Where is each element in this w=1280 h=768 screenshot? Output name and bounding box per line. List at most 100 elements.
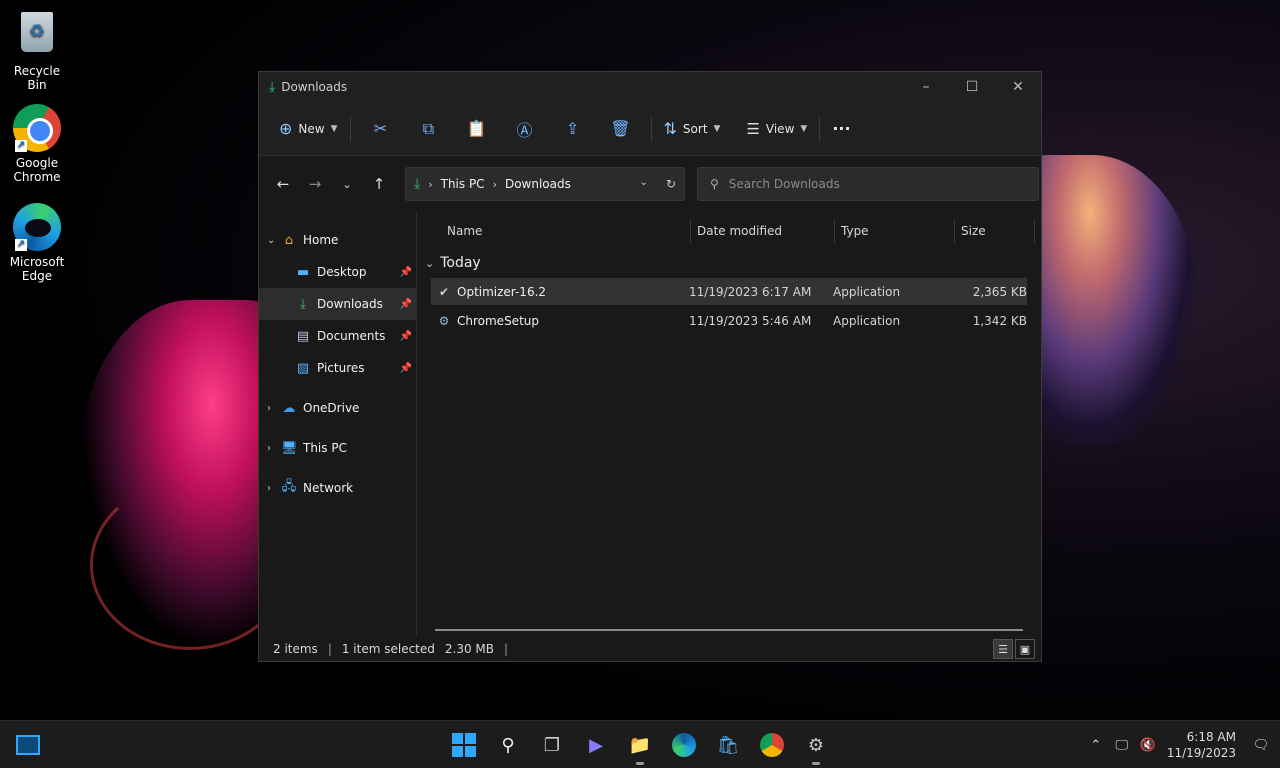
more-options-button[interactable]: ··· <box>826 113 856 145</box>
refresh-icon[interactable]: ↻ <box>666 177 676 191</box>
settings-taskbar-button[interactable]: ⚙ <box>802 731 830 765</box>
search-icon: ⚲ <box>501 734 515 756</box>
desktop-icon-google-chrome[interactable]: ↗ Google Chrome <box>4 104 70 184</box>
store-taskbar-button[interactable]: 🛍 <box>714 731 742 759</box>
column-header-name[interactable]: Name <box>417 219 691 243</box>
notification-icon[interactable]: 🗨 <box>1248 738 1274 753</box>
trash-icon: 🗑 <box>610 119 631 138</box>
recycle-bin-icon <box>21 12 53 52</box>
sort-button[interactable]: ⇅ Sort ▼ <box>658 113 727 145</box>
sidebar-item-label: Desktop <box>317 265 367 279</box>
share-button[interactable]: ⇪ <box>549 113 597 145</box>
sidebar-item-onedrive[interactable]: › ☁ OneDrive <box>259 392 416 424</box>
status-separator: | <box>504 642 509 656</box>
shortcut-arrow-icon: ↗ <box>15 239 27 251</box>
column-header-size[interactable]: Size <box>955 219 1035 243</box>
details-view-icon: ☰ <box>998 642 1008 656</box>
title-bar[interactable]: ⤓ Downloads – ☐ ✕ <box>259 72 1041 102</box>
teams-chat-button[interactable]: ▶ <box>582 731 610 759</box>
column-header-type[interactable]: Type <box>835 219 955 243</box>
network-status-icon[interactable]: 🖵 <box>1109 738 1135 753</box>
sidebar-item-home[interactable]: ⌄ ⌂ Home <box>259 224 416 256</box>
sidebar-item-downloads[interactable]: ⤓ Downloads 📌 <box>259 288 416 320</box>
breadcrumb-this-pc[interactable]: This PC <box>441 177 485 191</box>
address-bar[interactable]: ⤓ › This PC › Downloads ⌄ ↻ <box>405 167 685 201</box>
chrome-taskbar-button[interactable] <box>758 731 786 759</box>
close-button[interactable]: ✕ <box>995 72 1041 102</box>
task-view-button[interactable]: ❐ <box>538 731 566 759</box>
command-bar: ⊕ New ▼ ✂ ⧉ 📋 Ⓐ ⇪ 🗑 ⇅ Sort ▼ ☰ View ▼ ··… <box>259 102 1041 156</box>
forward-button[interactable]: → <box>299 175 331 193</box>
search-button[interactable]: ⚲ <box>494 731 522 759</box>
group-header-today[interactable]: ⌄ Today <box>417 250 1041 276</box>
chevron-down-icon[interactable]: ⌄ <box>640 177 648 191</box>
expand-chevron-icon[interactable]: › <box>267 443 281 454</box>
view-button[interactable]: ☰ View ▼ <box>740 113 813 145</box>
edge-taskbar-button[interactable] <box>670 731 698 759</box>
back-button[interactable]: ← <box>267 175 299 193</box>
column-header-date[interactable]: Date modified <box>691 219 835 243</box>
file-size: 1,342 KB <box>972 313 1027 328</box>
up-button[interactable]: ↑ <box>363 175 395 193</box>
volume-muted-icon[interactable]: 🔇 <box>1135 738 1161 753</box>
clock[interactable]: 6:18 AM 11/19/2023 <box>1167 729 1236 761</box>
plus-circle-icon: ⊕ <box>279 119 293 138</box>
chevron-up-icon[interactable]: ⌃ <box>1083 738 1109 753</box>
sort-icon: ⇅ <box>663 119 677 138</box>
sidebar-item-documents[interactable]: ▤ Documents 📌 <box>259 320 416 352</box>
copy-button[interactable]: ⧉ <box>405 113 453 145</box>
show-desktop-widget-button[interactable] <box>14 731 42 759</box>
start-button[interactable] <box>450 731 478 759</box>
pin-icon[interactable]: 📌 <box>400 363 412 374</box>
expand-chevron-icon[interactable]: › <box>267 403 281 414</box>
taskbar: ⚲ ❐ ▶ 📁 🛍 ⚙ ⌃ 🖵 🔇 6:18 AM 11/19/2023 🗨 <box>0 720 1280 768</box>
minimize-button[interactable]: – <box>903 72 949 102</box>
navigation-pane: ⌄ ⌂ Home ▬ Desktop 📌 ⤓ Downloads 📌 ▤ Doc… <box>259 212 417 637</box>
file-row[interactable]: ⚙ ChromeSetup 11/19/2023 5:46 AM Applica… <box>431 307 1027 334</box>
status-separator: | <box>327 642 332 656</box>
paste-button[interactable]: 📋 <box>453 113 501 145</box>
share-icon: ⇪ <box>565 119 580 138</box>
sidebar-item-label: OneDrive <box>303 401 360 415</box>
search-input[interactable] <box>728 177 1009 191</box>
sidebar-item-label: Downloads <box>317 297 383 311</box>
cut-button[interactable]: ✂ <box>357 113 405 145</box>
breadcrumb-downloads[interactable]: Downloads <box>505 177 571 191</box>
sidebar-item-pictures[interactable]: ▨ Pictures 📌 <box>259 352 416 384</box>
file-row[interactable]: ✔ Optimizer-16.2 11/19/2023 6:17 AM Appl… <box>431 278 1027 305</box>
desktop-icon-recycle-bin[interactable]: Recycle Bin <box>4 8 70 92</box>
file-name: Optimizer-16.2 <box>457 284 547 299</box>
desktop-icon-microsoft-edge[interactable]: ↗ Microsoft Edge <box>4 203 70 283</box>
pin-icon[interactable]: 📌 <box>400 331 412 342</box>
gear-icon: ⚙ <box>807 734 825 756</box>
chrome-icon <box>760 733 784 757</box>
maximize-button[interactable]: ☐ <box>949 72 995 102</box>
cloud-icon: ☁ <box>282 400 296 416</box>
pin-icon[interactable]: 📌 <box>400 267 412 278</box>
pin-icon[interactable]: 📌 <box>400 299 412 310</box>
sidebar-item-this-pc[interactable]: › 🖥 This PC <box>259 432 416 464</box>
horizontal-scrollbar[interactable] <box>435 629 1023 631</box>
file-explorer-taskbar-button[interactable]: 📁 <box>626 731 654 765</box>
toolbar-separator <box>819 115 821 142</box>
file-date: 11/19/2023 6:17 AM <box>689 284 812 299</box>
copy-icon: ⧉ <box>422 118 435 138</box>
recent-locations-button[interactable]: ⌄ <box>331 178 363 191</box>
sidebar-item-label: Documents <box>317 329 386 343</box>
expand-chevron-icon[interactable]: ⌄ <box>267 235 281 246</box>
delete-button[interactable]: 🗑 <box>597 113 645 145</box>
details-view-button[interactable]: ☰ <box>993 639 1013 659</box>
sidebar-item-network[interactable]: › 🖧 Network <box>259 472 416 504</box>
new-button[interactable]: ⊕ New ▼ <box>273 113 344 145</box>
search-box[interactable]: ⚲ <box>697 167 1039 201</box>
expand-chevron-icon[interactable]: › <box>267 483 281 494</box>
tiles-view-button[interactable]: ▣ <box>1015 639 1035 659</box>
column-headers: Name Date modified Type Size <box>417 212 1041 250</box>
sidebar-item-label: This PC <box>303 441 347 455</box>
file-type: Application <box>833 313 901 328</box>
tiles-view-icon: ▣ <box>1019 642 1031 656</box>
rename-button[interactable]: Ⓐ <box>501 113 549 145</box>
item-count: 2 items <box>273 642 318 656</box>
sidebar-item-desktop[interactable]: ▬ Desktop 📌 <box>259 256 416 288</box>
selection-size: 2.30 MB <box>444 642 495 656</box>
